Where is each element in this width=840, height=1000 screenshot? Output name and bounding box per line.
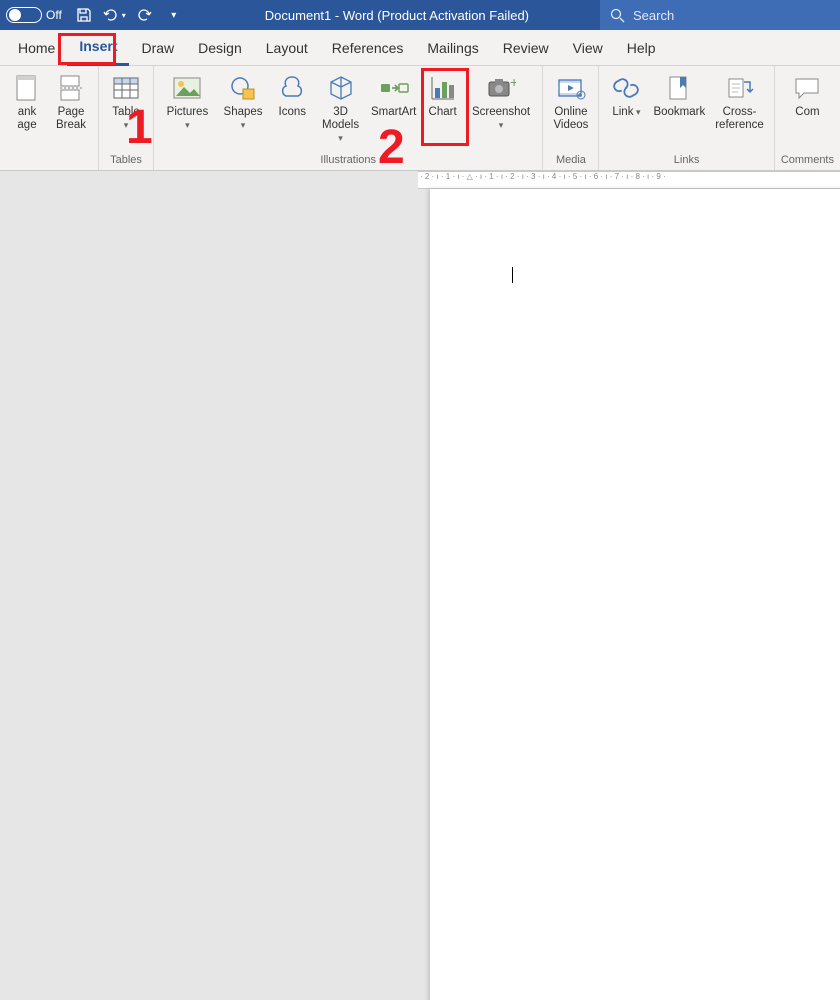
redo-icon bbox=[136, 7, 152, 23]
link-button[interactable]: Link bbox=[605, 68, 647, 150]
video-icon bbox=[556, 75, 586, 101]
comment-button[interactable]: Com bbox=[787, 68, 827, 150]
group-pages: ank age Page Break bbox=[0, 66, 99, 170]
tab-home[interactable]: Home bbox=[6, 30, 67, 66]
tab-design[interactable]: Design bbox=[186, 30, 254, 66]
blank-page-icon bbox=[14, 74, 40, 102]
group-media: Online Videos Media bbox=[543, 66, 599, 170]
undo-button[interactable]: ▾ bbox=[100, 3, 128, 27]
tab-mailings[interactable]: Mailings bbox=[415, 30, 490, 66]
search-placeholder: Search bbox=[633, 8, 674, 23]
icons-button[interactable]: Icons bbox=[271, 68, 313, 150]
pictures-button[interactable]: Pictures bbox=[160, 68, 215, 150]
smartart-icon bbox=[379, 75, 409, 101]
group-illustrations: Pictures Shapes Icons 3D Models SmartArt… bbox=[154, 66, 543, 170]
online-videos-button[interactable]: Online Videos bbox=[549, 68, 592, 150]
group-comments: Com Comments bbox=[775, 66, 840, 170]
save-button[interactable] bbox=[70, 3, 98, 27]
chevron-down-icon: ▾ bbox=[171, 10, 176, 21]
ribbon-tabs: Home Insert Draw Design Layout Reference… bbox=[0, 30, 840, 66]
group-links: Link Bookmark Cross- reference Links bbox=[599, 66, 774, 170]
cross-reference-button[interactable]: Cross- reference bbox=[711, 68, 768, 150]
tab-help[interactable]: Help bbox=[615, 30, 668, 66]
autosave-toggle[interactable]: Off bbox=[6, 7, 62, 23]
quick-access-toolbar: Off ▾ ▾ bbox=[0, 3, 194, 27]
window-title: Document1 - Word (Product Activation Fai… bbox=[194, 8, 600, 23]
shapes-button[interactable]: Shapes bbox=[217, 68, 269, 150]
tab-insert[interactable]: Insert bbox=[67, 30, 129, 66]
tab-references[interactable]: References bbox=[320, 30, 416, 66]
page-break-button[interactable]: Page Break bbox=[50, 68, 92, 150]
bookmark-button[interactable]: Bookmark bbox=[649, 68, 709, 150]
blank-page-button[interactable]: ank age bbox=[6, 68, 48, 150]
tab-review[interactable]: Review bbox=[491, 30, 561, 66]
cube-icon bbox=[327, 74, 355, 102]
tab-view[interactable]: View bbox=[561, 30, 615, 66]
table-icon bbox=[112, 74, 140, 102]
bookmark-icon bbox=[666, 74, 692, 102]
annotation-1: 1 bbox=[126, 100, 153, 155]
qat-customize-button[interactable]: ▾ bbox=[160, 3, 188, 27]
screenshot-icon: + bbox=[486, 75, 516, 101]
3d-models-button[interactable]: 3D Models bbox=[315, 68, 366, 150]
chart-icon bbox=[429, 74, 457, 102]
svg-text:+: + bbox=[510, 75, 516, 90]
tab-draw[interactable]: Draw bbox=[129, 30, 186, 66]
text-cursor bbox=[512, 267, 513, 283]
search-icon bbox=[610, 8, 625, 23]
horizontal-ruler[interactable]: · 2 · ı · 1 · ı · △ · ı · 1 · ı · 2 · ı … bbox=[418, 171, 840, 189]
screenshot-button[interactable]: + Screenshot bbox=[466, 68, 537, 150]
tab-layout[interactable]: Layout bbox=[254, 30, 320, 66]
redo-button[interactable] bbox=[130, 3, 158, 27]
chevron-down-icon: ▾ bbox=[122, 11, 126, 20]
title-bar: Off ▾ ▾ Document1 - Word (Product Activa… bbox=[0, 0, 840, 30]
cross-reference-icon bbox=[726, 74, 754, 102]
chart-button[interactable]: Chart bbox=[422, 68, 464, 150]
undo-icon bbox=[102, 7, 120, 23]
save-icon bbox=[76, 7, 92, 23]
link-icon bbox=[611, 76, 641, 100]
annotation-2: 2 bbox=[378, 120, 405, 175]
autosave-label: Off bbox=[46, 8, 62, 22]
page-break-icon bbox=[58, 74, 84, 102]
pictures-icon bbox=[172, 75, 202, 101]
search-box[interactable]: Search bbox=[600, 0, 840, 30]
toggle-switch-icon bbox=[6, 7, 42, 23]
document-page[interactable] bbox=[430, 189, 840, 1000]
shapes-icon bbox=[229, 74, 257, 102]
comment-icon bbox=[793, 75, 821, 101]
icons-icon bbox=[278, 74, 306, 102]
